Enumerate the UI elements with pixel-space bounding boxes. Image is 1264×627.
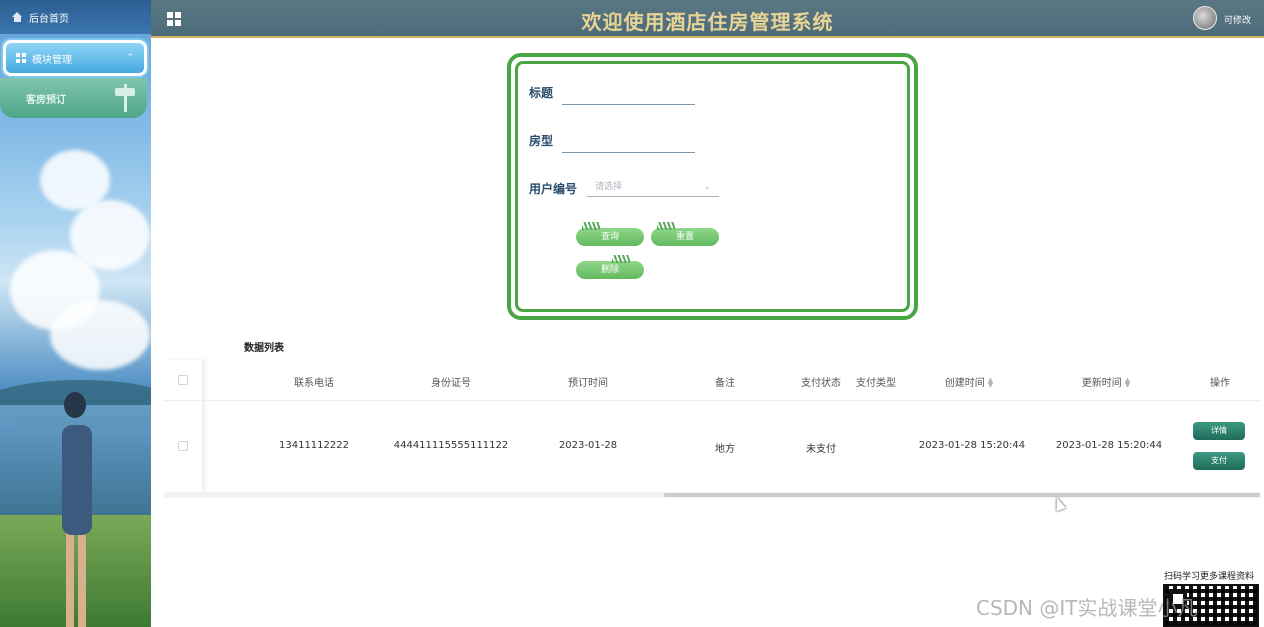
avatar[interactable] (1193, 6, 1217, 30)
user-name[interactable]: 可修改 (1224, 13, 1251, 26)
query-button-label: 查询 (600, 232, 619, 242)
updated-header-label: 更新时间 (1081, 378, 1122, 389)
list-title: 数据列表 (244, 343, 284, 354)
cell-booking-time: 2023-01-28 (558, 440, 618, 451)
cell-updated: 2023-01-28 15:20:44 (1055, 440, 1163, 451)
chevron-down-icon: ⌄ (703, 182, 711, 192)
row-checkbox[interactable] (178, 441, 188, 451)
chevron-up-icon: ⌃ (126, 53, 134, 63)
select-all-checkbox[interactable] (178, 375, 188, 385)
user-id-select[interactable]: 请选择 ⌄ (587, 177, 719, 197)
reset-button[interactable]: 重置 (651, 222, 719, 246)
sidebar-menu-module-management[interactable]: 模块管理 ⌃ (3, 40, 147, 76)
search-form: 标题 房型 用户编号 请选择 ⌄ 查询 重置 删除 (507, 53, 918, 320)
home-link[interactable]: 后台首页 (0, 0, 151, 34)
signpost-icon (115, 84, 137, 112)
menu-label: 模块管理 (32, 54, 72, 66)
selection-column (164, 360, 202, 492)
data-table: 联系电话 身份证号 预订时间 备注 支付状态 支付类型 创建时间 ▲ ▼ 更新时间 ▲… (164, 360, 1260, 500)
cell-id-card: 444411115555111122 (393, 440, 509, 451)
watermark: CSDN @IT实战课堂小凡 (976, 596, 1198, 620)
home-icon (12, 12, 23, 22)
column-header-created[interactable]: 创建时间 ▲ ▼ (944, 374, 993, 390)
user-id-placeholder: 请选择 (595, 182, 623, 192)
sort-icon[interactable]: ▲ ▼ (1125, 377, 1130, 389)
user-id-label: 用户编号 (529, 182, 578, 196)
column-header-phone: 联系电话 (294, 378, 334, 389)
grid-icon (16, 53, 26, 63)
cell-pay-status: 未支付 (806, 444, 836, 455)
sort-icon[interactable]: ▲ ▼ (988, 377, 993, 389)
query-button[interactable]: 查询 (576, 222, 644, 246)
cell-remark: 地方 (715, 444, 735, 455)
pay-button[interactable]: 支付 (1193, 452, 1245, 470)
title-label: 标题 (529, 86, 554, 100)
detail-button[interactable]: 详情 (1193, 422, 1245, 440)
header-divider (164, 400, 1260, 401)
cell-created: 2023-01-28 15:20:44 (918, 440, 1026, 451)
sidebar: 后台首页 模块管理 ⌃ 客房预订 (0, 0, 151, 627)
horizontal-scrollbar-thumb[interactable] (664, 493, 1260, 497)
column-header-pay-type: 支付类型 (856, 378, 896, 389)
sub-item-label: 客房预订 (26, 94, 66, 106)
column-header-booking-time: 预订时间 (568, 378, 608, 389)
column-header-actions: 操作 (1210, 378, 1230, 389)
home-label: 后台首页 (29, 13, 69, 25)
illustration-person (66, 530, 86, 627)
cell-phone: 13411112222 (279, 440, 349, 451)
app-title: 欢迎使用酒店住房管理系统 (581, 10, 834, 34)
qr-caption: 扫码学习更多课程资料 (1164, 572, 1255, 582)
delete-button-label: 删除 (600, 265, 619, 275)
delete-button[interactable]: 删除 (576, 255, 644, 279)
title-input[interactable] (562, 85, 695, 105)
column-header-id-card: 身份证号 (431, 378, 471, 389)
reset-button-label: 重置 (675, 232, 694, 242)
column-header-remark: 备注 (715, 378, 735, 389)
column-header-pay-status: 支付状态 (801, 378, 841, 389)
top-header: 欢迎使用酒店住房管理系统 可修改 (151, 0, 1264, 38)
column-header-updated[interactable]: 更新时间 ▲ ▼ (1081, 374, 1130, 390)
room-type-input[interactable] (562, 133, 695, 153)
created-header-label: 创建时间 (944, 378, 985, 389)
room-type-label: 房型 (529, 134, 554, 148)
sidebar-item-room-booking[interactable]: 客房预订 (0, 78, 147, 118)
